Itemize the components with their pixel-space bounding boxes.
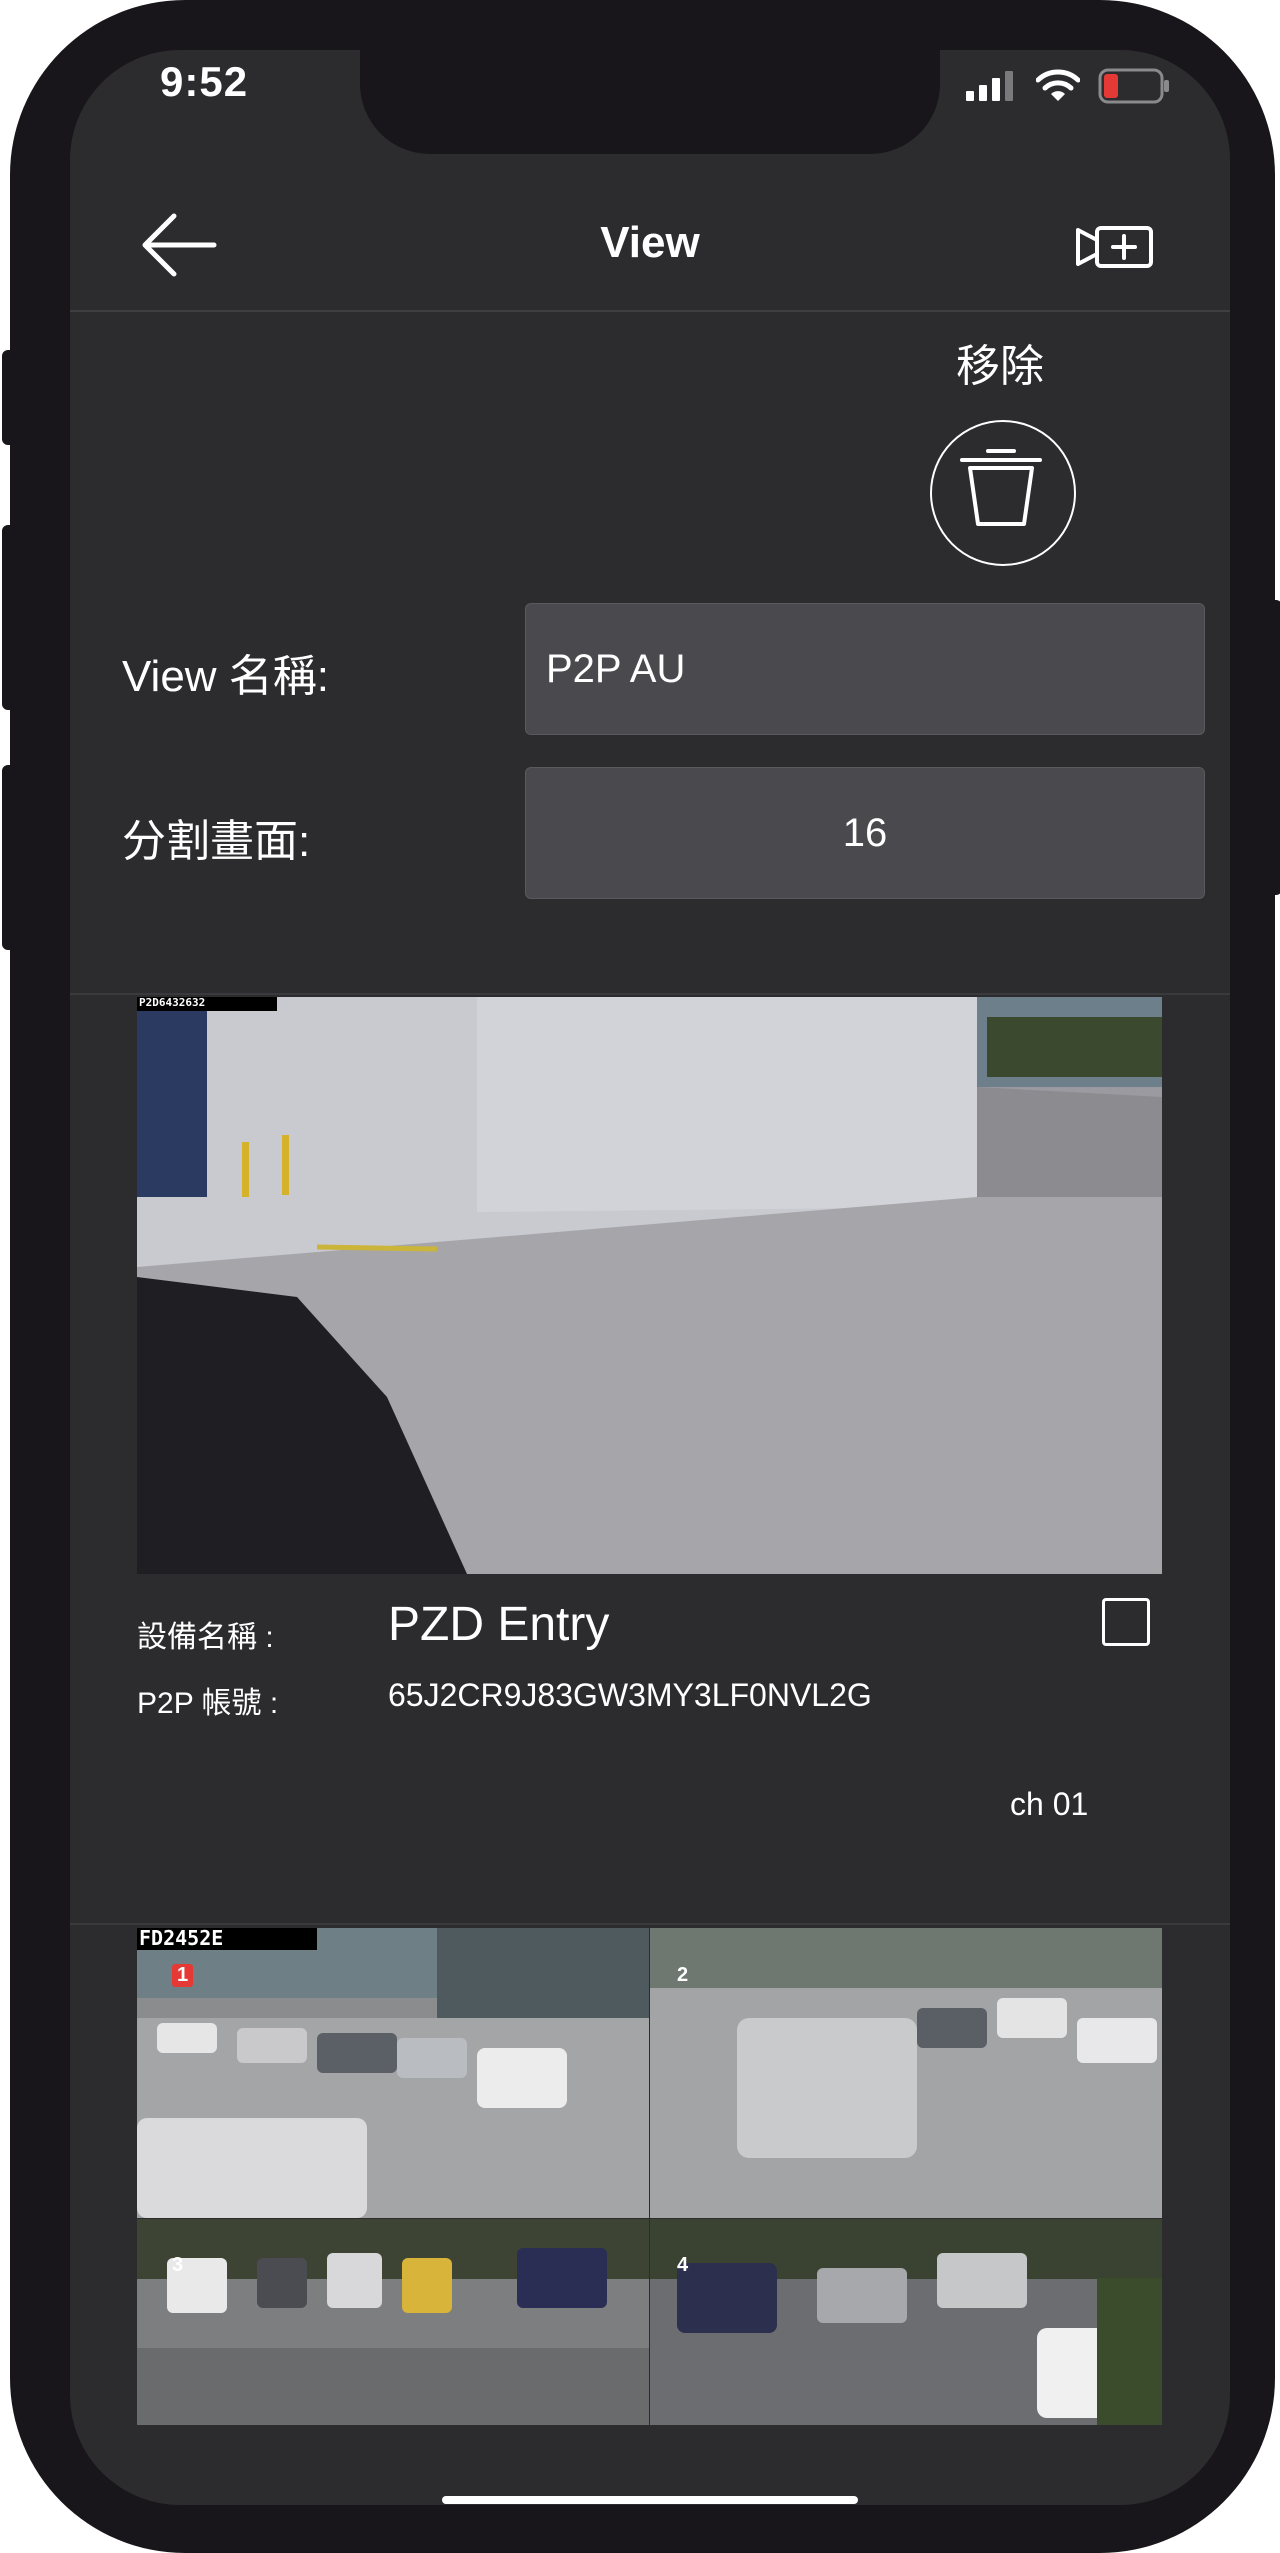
side-button-mute — [2, 350, 16, 445]
quad-camera-image — [137, 1928, 1162, 2425]
battery-icon — [1098, 68, 1169, 104]
device-name: PZD Entry — [388, 1598, 610, 1651]
channel-label: ch 01 — [1010, 1786, 1089, 1822]
camera-overlay-id: FD2452E — [139, 1928, 224, 1950]
home-indicator[interactable] — [442, 2496, 858, 2504]
side-button-volume-up — [2, 525, 16, 710]
camera-quad-view[interactable]: FD2452E 1 2 3 4 — [137, 1928, 1162, 2425]
split-screen-select[interactable]: 16 — [525, 767, 1205, 899]
camera-image — [137, 997, 1162, 1574]
device-select-checkbox[interactable] — [1102, 1598, 1150, 1646]
remove-button[interactable] — [930, 420, 1076, 566]
section-divider — [70, 993, 1230, 995]
channel-number: 1 — [172, 1964, 194, 1987]
wifi-icon — [1036, 69, 1080, 101]
app-screen: 9:52 View 移除 View 名稱: P2P AU 分割畫面: 16 P2… — [70, 50, 1230, 2505]
side-button-power — [1268, 600, 1280, 895]
phone-frame: 9:52 View 移除 View 名稱: P2P AU 分割畫面: 16 P2… — [2, 0, 1280, 2553]
view-name-input[interactable]: P2P AU — [525, 603, 1205, 735]
channel-number: 3 — [172, 2254, 184, 2276]
channel-number: 2 — [677, 1964, 689, 1986]
add-video-icon[interactable] — [1075, 222, 1155, 272]
split-screen-label: 分割畫面: — [122, 817, 311, 866]
channel-number: 4 — [677, 2254, 689, 2276]
trash-icon — [960, 449, 1042, 526]
section-divider — [70, 1923, 1230, 1925]
nav-bar: View — [70, 160, 1230, 312]
signal-icon — [966, 71, 1013, 101]
camera-snapshot-1[interactable]: P2D6432632 — [137, 997, 1162, 1574]
status-icons — [966, 68, 1170, 104]
device-name-label: 設備名稱 : — [137, 1621, 274, 1654]
view-name-label: View 名稱: — [122, 652, 330, 701]
page-title: View — [600, 218, 700, 267]
camera-overlay-id: P2D6432632 — [139, 997, 206, 1009]
remove-label: 移除 — [956, 342, 1044, 391]
status-time: 9:52 — [160, 58, 249, 105]
p2p-id: 65J2CR9J83GW3MY3LF0NVL2G — [388, 1677, 872, 1713]
side-button-volume-down — [2, 765, 16, 950]
notch — [360, 50, 940, 154]
p2p-id-label: P2P 帳號 : — [137, 1687, 279, 1720]
